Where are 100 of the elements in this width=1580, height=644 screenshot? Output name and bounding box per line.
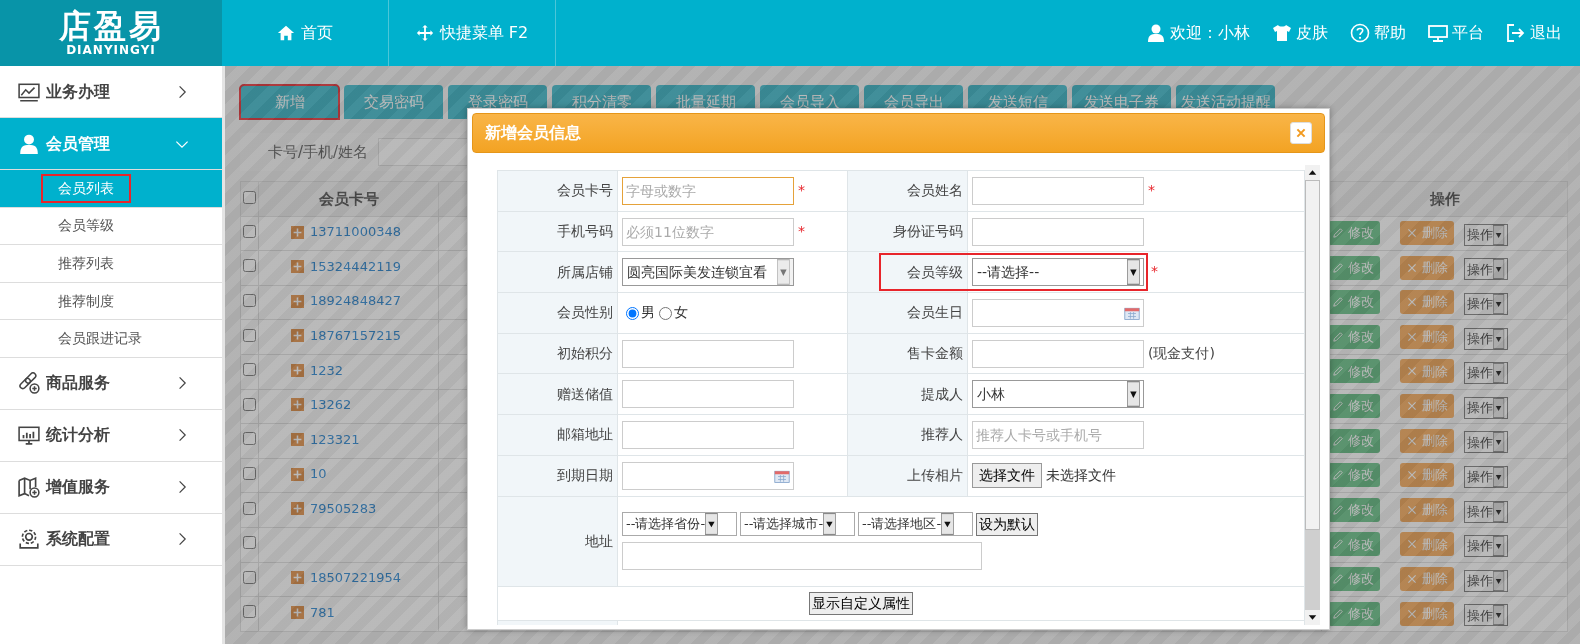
action-select[interactable]: 操作	[1464, 258, 1508, 281]
toolbar-button[interactable]: 交易密码	[344, 85, 443, 119]
action-select[interactable]: 操作	[1464, 535, 1508, 558]
delete-button[interactable]: 删除	[1400, 324, 1454, 349]
checkbox[interactable]	[243, 224, 256, 238]
delete-button[interactable]: 删除	[1400, 566, 1454, 591]
input-field[interactable]	[622, 339, 794, 368]
select-field[interactable]: 小林	[972, 380, 1144, 409]
set-default-button[interactable]: 设为默认	[976, 512, 1038, 536]
checkbox[interactable]	[243, 397, 256, 411]
card-number-link[interactable]: 10	[310, 464, 327, 484]
action-select[interactable]: 操作	[1464, 223, 1508, 246]
delete-button[interactable]: 删除	[1400, 221, 1454, 245]
expand-plus-icon	[291, 606, 304, 620]
input-field[interactable]	[622, 380, 794, 409]
sidebar-item[interactable]: 商品服务	[0, 357, 222, 410]
date-field[interactable]	[972, 298, 1144, 327]
card-number-link[interactable]: 1232	[310, 360, 344, 381]
input-field[interactable]	[972, 176, 1144, 205]
scroll-thumb[interactable]	[1305, 180, 1320, 530]
submenu-item[interactable]: 会员跟进记录	[0, 320, 222, 358]
input-field[interactable]	[972, 339, 1144, 368]
delete-button[interactable]: 删除	[1400, 463, 1454, 488]
card-number-link[interactable]: 123321	[310, 429, 360, 450]
checkbox[interactable]	[243, 363, 256, 377]
edit-button[interactable]: 修改	[1328, 359, 1380, 384]
checkbox[interactable]	[243, 190, 256, 204]
checkbox[interactable]	[243, 259, 256, 273]
header-link[interactable]: 平台	[1428, 21, 1484, 45]
card-number-link[interactable]: 13262	[310, 395, 352, 415]
select-field[interactable]: --请选择城市-	[740, 512, 855, 536]
action-select[interactable]: 操作	[1464, 604, 1508, 627]
input-field[interactable]	[622, 542, 982, 570]
action-select[interactable]: 操作	[1464, 569, 1508, 592]
submenu-item[interactable]: 推荐制度	[0, 282, 222, 321]
submenu-item[interactable]: 推荐列表	[0, 245, 222, 283]
checkbox[interactable]	[243, 570, 256, 584]
scroll-up-icon[interactable]	[1305, 165, 1320, 180]
submenu-item[interactable]: 会员等级	[0, 207, 222, 246]
checkbox[interactable]	[243, 536, 256, 550]
action-select[interactable]: 操作	[1464, 396, 1508, 419]
delete-button[interactable]: 删除	[1400, 428, 1454, 453]
header-link[interactable]: 退出	[1506, 21, 1562, 45]
edit-button[interactable]: 修改	[1328, 428, 1380, 453]
delete-button[interactable]: 删除	[1400, 532, 1454, 557]
submenu-item[interactable]: 会员列表	[0, 170, 222, 208]
edit-button[interactable]: 修改	[1328, 497, 1380, 522]
delete-button[interactable]: 删除	[1400, 359, 1454, 384]
delete-button[interactable]: 删除	[1400, 497, 1454, 522]
action-select[interactable]: 操作	[1464, 465, 1508, 488]
input-field[interactable]: 字母或数字	[622, 176, 794, 205]
checkbox[interactable]	[243, 467, 256, 481]
edit-button[interactable]: 修改	[1328, 601, 1380, 626]
logo[interactable]: 店盈易 DIANYINGYI	[0, 0, 222, 66]
edit-button[interactable]: 修改	[1328, 463, 1380, 488]
edit-button[interactable]: 修改	[1328, 221, 1380, 245]
select-field[interactable]: --请选择省份-	[622, 512, 737, 536]
action-select[interactable]: 操作	[1464, 327, 1508, 350]
checkbox[interactable]	[243, 432, 256, 446]
sidebar-item[interactable]: 系统配置	[0, 513, 222, 566]
choose-file-button[interactable]: 选择文件	[972, 463, 1042, 489]
input-field[interactable]	[972, 217, 1144, 246]
edit-button[interactable]: 修改	[1328, 255, 1380, 280]
card-number-link[interactable]: 781	[310, 602, 335, 623]
sidebar-item[interactable]: 会员管理	[0, 118, 222, 170]
toolbar-button[interactable]: 新增	[240, 85, 339, 119]
radio-button[interactable]	[626, 306, 639, 320]
radio-button[interactable]	[659, 306, 672, 320]
sidebar-item[interactable]: 增值服务	[0, 461, 222, 514]
sidebar-item[interactable]: 统计分析	[0, 409, 222, 462]
edit-button[interactable]: 修改	[1328, 532, 1380, 557]
delete-button[interactable]: 删除	[1400, 290, 1454, 315]
action-select[interactable]: 操作	[1464, 362, 1508, 385]
header-link[interactable]: 帮助	[1350, 21, 1406, 45]
date-field[interactable]	[622, 461, 794, 490]
delete-button[interactable]: 删除	[1400, 394, 1454, 418]
input-field[interactable]	[622, 420, 794, 449]
custom-attributes-button[interactable]: 显示自定义属性	[809, 591, 913, 615]
header-link[interactable]: 欢迎：小林	[1146, 21, 1250, 45]
input-field[interactable]: 推荐人卡号或手机号	[972, 420, 1144, 449]
action-select[interactable]: 操作	[1464, 431, 1508, 454]
close-button[interactable]	[1290, 122, 1312, 144]
scrollbar[interactable]	[1305, 165, 1320, 625]
select-field[interactable]: --请选择--	[972, 258, 1144, 287]
select-field[interactable]: --请选择地区-	[858, 512, 973, 536]
checkbox[interactable]	[243, 328, 256, 342]
edit-button[interactable]: 修改	[1328, 394, 1380, 418]
input-field[interactable]: 必须11位数字	[622, 217, 794, 246]
delete-button[interactable]: 删除	[1400, 255, 1454, 280]
action-select[interactable]: 操作	[1464, 500, 1508, 523]
checkbox[interactable]	[243, 501, 256, 515]
action-select[interactable]: 操作	[1464, 292, 1508, 315]
edit-button[interactable]: 修改	[1328, 324, 1380, 349]
scroll-down-icon[interactable]	[1305, 610, 1320, 625]
delete-button[interactable]: 删除	[1400, 601, 1454, 626]
checkbox[interactable]	[243, 294, 256, 308]
edit-button[interactable]: 修改	[1328, 566, 1380, 591]
edit-button[interactable]: 修改	[1328, 290, 1380, 315]
header-link[interactable]: 皮肤	[1272, 21, 1328, 45]
checkbox[interactable]	[243, 605, 256, 619]
